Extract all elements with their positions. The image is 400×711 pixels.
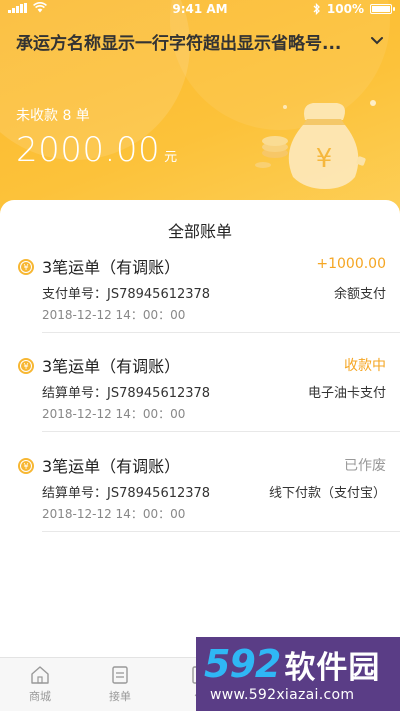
bill-date: 2018-12-12 14：00：00 [42, 507, 186, 521]
coin-icon: ¥ [18, 358, 34, 374]
carrier-selector[interactable]: 承运方名称显示一行字符超出显示省略号... [16, 28, 386, 54]
bill-date: 2018-12-12 14：00：00 [42, 407, 186, 421]
watermark-logo: 592 软件园 [204, 642, 394, 686]
bill-status: +1000.00 [316, 256, 386, 272]
site-watermark: 592 软件园 www.592xiazai.com [196, 637, 400, 711]
bill-title: 3笔运单（有调账） [42, 457, 181, 476]
battery-icon [370, 4, 395, 14]
divider [42, 431, 400, 432]
svg-text:¥: ¥ [316, 144, 333, 174]
bluetooth-icon [313, 3, 320, 15]
tab-orders[interactable]: 接单 [80, 664, 160, 704]
divider [42, 332, 400, 333]
app-screen: 9:41 AM 100% 承运方名称显示一行字符超出显示省略号... 未收款 8… [0, 0, 400, 711]
bill-item[interactable]: ¥ 3笔运单（有调账） 已作废 结算单号：JS78945612378 线下付款（… [0, 451, 400, 551]
tab-mall[interactable]: 商城 [0, 664, 80, 704]
coin-icon: ¥ [18, 259, 34, 275]
unpaid-count-label: 未收款 8 单 [16, 108, 90, 124]
list-icon [112, 666, 128, 684]
money-bag-illustration: ¥ [255, 100, 376, 189]
svg-text:¥: ¥ [23, 263, 28, 272]
watermark-text: 软件园 [284, 649, 381, 686]
bill-order-number: 结算单号：JS78945612378 [42, 386, 211, 401]
bill-status: 已作废 [344, 458, 386, 474]
svg-text:¥: ¥ [23, 362, 28, 371]
bill-payment-method: 线下付款（支付宝） [268, 486, 386, 501]
status-right: 100% [313, 2, 395, 16]
header-banner: 9:41 AM 100% 承运方名称显示一行字符超出显示省略号... 未收款 8… [0, 0, 400, 230]
bill-item[interactable]: ¥ 3笔运单（有调账） +1000.00 支付单号：JS78945612378 … [0, 252, 400, 352]
svg-text:¥: ¥ [23, 462, 28, 471]
chevron-down-icon[interactable] [368, 32, 386, 50]
battery-percent: 100% [326, 2, 364, 16]
amount-value: 2000.00 [16, 130, 161, 170]
tab-label: 商城 [29, 690, 51, 703]
carrier-name: 承运方名称显示一行字符超出显示省略号... [16, 33, 342, 54]
bill-order-number: 支付单号：JS78945612378 [42, 287, 211, 302]
bill-status: 收款中 [344, 358, 386, 374]
coin-icon: ¥ [18, 458, 34, 474]
amount-unit: 元 [164, 150, 178, 165]
section-title: 全部账单 [167, 222, 232, 241]
bill-title: 3笔运单（有调账） [42, 357, 181, 376]
bill-date: 2018-12-12 14：00：00 [42, 308, 186, 322]
tab-label: 接单 [109, 690, 131, 703]
bill-payment-method: 电子油卡支付 [307, 386, 386, 401]
watermark-url: www.592xiazai.com [210, 687, 355, 703]
status-bar: 9:41 AM 100% [0, 0, 400, 18]
divider [42, 531, 400, 532]
bill-list-panel: 全部账单 ¥ 3笔运单（有调账） +1000.00 支付单号：JS7894561… [0, 200, 400, 660]
home-icon [31, 666, 49, 684]
bill-title: 3笔运单（有调账） [42, 258, 181, 277]
unpaid-amount: 2000.00 元 [16, 130, 178, 170]
bill-payment-method: 余额支付 [333, 287, 386, 302]
bill-order-number: 结算单号：JS78945612378 [42, 486, 211, 501]
bill-item[interactable]: ¥ 3笔运单（有调账） 收款中 结算单号：JS78945612378 电子油卡支… [0, 351, 400, 451]
watermark-number: 592 [204, 642, 281, 686]
